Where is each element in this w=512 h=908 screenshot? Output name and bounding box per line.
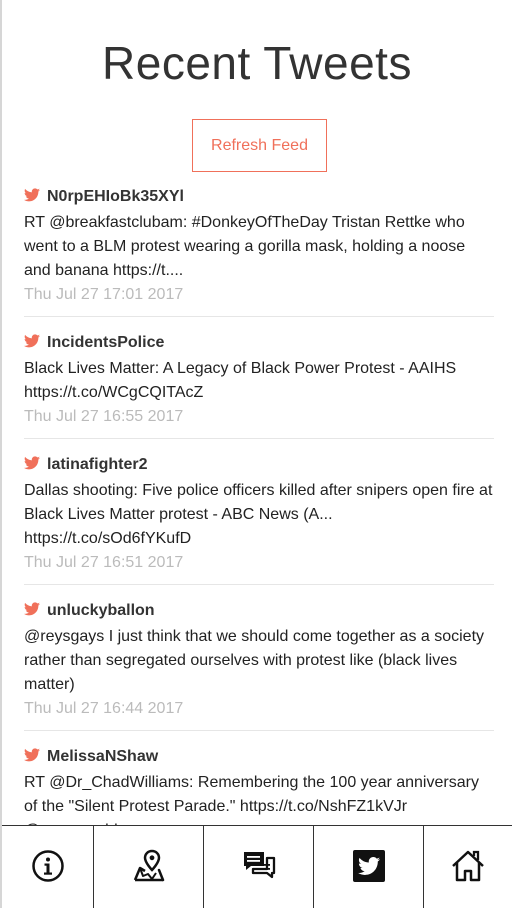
twitter-bird-icon bbox=[24, 456, 40, 470]
tweet-text: Black Lives Matter: A Legacy of Black Po… bbox=[24, 360, 457, 401]
tweet-item: latinafighter2 Dallas shooting: Five pol… bbox=[24, 451, 494, 585]
app-screen: Recent Tweets Refresh Feed N0rpEHIoBk35X… bbox=[0, 0, 512, 908]
refresh-feed-button[interactable]: Refresh Feed bbox=[192, 119, 327, 172]
twitter-bird-icon bbox=[24, 748, 40, 762]
tweet-text: RT @Dr_ChadWilliams: Remembering the 100… bbox=[24, 774, 479, 825]
tweet-header: latinafighter2 bbox=[24, 451, 494, 479]
tweet-username[interactable]: MelissaNShaw bbox=[47, 748, 158, 766]
tweet-date: Thu Jul 27 16:44 2017 bbox=[24, 700, 184, 717]
tab-twitter[interactable] bbox=[314, 826, 424, 908]
home-icon bbox=[450, 848, 486, 884]
map-pin-icon bbox=[131, 848, 167, 884]
tweet-header: IncidentsPolice bbox=[24, 329, 494, 357]
twitter-bird-icon bbox=[24, 334, 40, 348]
tweet-text: Dallas shooting: Five police officers ki… bbox=[24, 482, 493, 547]
tab-info[interactable] bbox=[2, 826, 94, 908]
tweet-date: Thu Jul 27 17:01 2017 bbox=[24, 286, 184, 303]
info-icon bbox=[30, 848, 66, 884]
tweet-feed[interactable]: N0rpEHIoBk35XYl RT @breakfastclubam: #Do… bbox=[24, 183, 494, 825]
tab-map[interactable] bbox=[94, 826, 204, 908]
tab-chat[interactable] bbox=[204, 826, 314, 908]
chat-icon bbox=[241, 848, 277, 884]
bottom-tab-bar bbox=[2, 825, 512, 908]
tweet-text: RT @breakfastclubam: #DonkeyOfTheDay Tri… bbox=[24, 214, 466, 279]
tweet-header: N0rpEHIoBk35XYl bbox=[24, 183, 494, 211]
tweet-item: MelissaNShaw RT @Dr_ChadWilliams: Rememb… bbox=[24, 743, 494, 825]
tweet-item: IncidentsPolice Black Lives Matter: A Le… bbox=[24, 329, 494, 439]
tweet-header: unluckyballon bbox=[24, 597, 494, 625]
page-title: Recent Tweets bbox=[102, 37, 412, 89]
tweet-username[interactable]: latinafighter2 bbox=[47, 456, 147, 474]
tweet-header: MelissaNShaw bbox=[24, 743, 494, 771]
twitter-bird-icon bbox=[24, 602, 40, 616]
tab-home[interactable] bbox=[424, 826, 512, 908]
tweet-item: N0rpEHIoBk35XYl RT @breakfastclubam: #Do… bbox=[24, 183, 494, 317]
twitter-bird-icon bbox=[24, 188, 40, 202]
tweet-item: unluckyballon @reysgays I just think tha… bbox=[24, 597, 494, 731]
tweet-text: @reysgays I just think that we should co… bbox=[24, 628, 485, 693]
twitter-icon bbox=[351, 848, 387, 884]
tweet-date: Thu Jul 27 16:55 2017 bbox=[24, 408, 184, 425]
tweet-username[interactable]: unluckyballon bbox=[47, 602, 155, 620]
tweet-date: Thu Jul 27 16:51 2017 bbox=[24, 554, 184, 571]
tweet-username[interactable]: N0rpEHIoBk35XYl bbox=[47, 188, 184, 206]
tweet-username[interactable]: IncidentsPolice bbox=[47, 334, 164, 352]
